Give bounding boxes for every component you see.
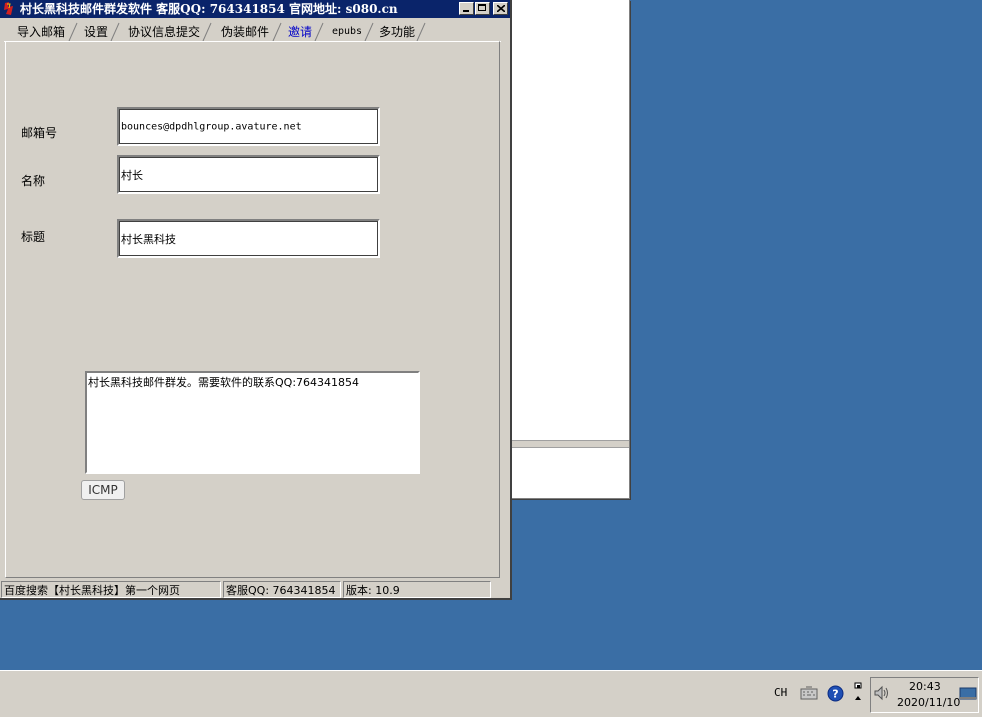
- tab-protocol-submit[interactable]: 协议信息提交: [122, 22, 212, 42]
- network-icon[interactable]: [853, 681, 863, 705]
- email-field-value: bounces@dpdhlgroup.avature.net: [121, 121, 302, 132]
- status-qq-text: 客服QQ: 764341854: [223, 581, 341, 598]
- tab-separator: [314, 22, 324, 42]
- ime-indicator[interactable]: CH: [774, 686, 787, 699]
- tab-epubs[interactable]: epubs: [326, 22, 374, 42]
- tab-separator: [202, 22, 212, 42]
- tab-import-mailbox[interactable]: 导入邮箱: [10, 22, 78, 42]
- close-icon: [497, 5, 505, 12]
- tab-invite[interactable]: 邀请: [282, 22, 324, 42]
- close-button[interactable]: [493, 2, 508, 15]
- body-textarea[interactable]: 村长黑科技邮件群发。需要软件的联系QQ:764341854: [85, 371, 420, 474]
- body-textarea-value: 村长黑科技邮件群发。需要软件的联系QQ:764341854: [88, 376, 360, 389]
- minimize-button[interactable]: [459, 2, 474, 15]
- tab-multi-function[interactable]: 多功能: [374, 22, 426, 42]
- svg-text:?: ?: [832, 688, 838, 701]
- status-version-text: 版本: 10.9: [343, 581, 491, 598]
- tab-separator: [68, 22, 78, 42]
- title-bar[interactable]: 村长黑科技邮件群发软件 客服QQ: 764341854 官网地址: s080.c…: [0, 0, 510, 18]
- app-logo-icon: [2, 1, 17, 16]
- show-desktop-icon[interactable]: [959, 687, 977, 701]
- status-bar: 百度搜索【村长黑科技】第一个网页 客服QQ: 764341854 版本: 10.…: [0, 580, 510, 599]
- main-window: 村长黑科技邮件群发软件 客服QQ: 764341854 官网地址: s080.c…: [0, 0, 512, 600]
- tab-strip: 导入邮箱 设置 协议信息提交 伪装邮件 邀请 epubs 多功能: [4, 22, 501, 42]
- background-window-splitter[interactable]: [509, 440, 629, 448]
- email-label: 邮箱号: [21, 126, 58, 140]
- name-label: 名称: [21, 174, 46, 188]
- tab-separator: [364, 22, 374, 42]
- background-window[interactable]: [508, 0, 630, 499]
- keyboard-icon[interactable]: [800, 686, 818, 700]
- subject-field-value: 村长黑科技: [121, 232, 176, 246]
- taskbar: CH ? 20:43 2020/11/10: [0, 670, 982, 717]
- tab-separator: [416, 22, 426, 42]
- subject-label: 标题: [21, 230, 46, 244]
- clock-time: 20:43: [909, 680, 941, 693]
- icmp-button[interactable]: ICMP: [81, 480, 125, 500]
- tab-settings[interactable]: 设置: [78, 22, 120, 42]
- window-title: 村长黑科技邮件群发软件 客服QQ: 764341854 官网地址: s080.c…: [20, 2, 398, 16]
- system-tray: CH ? 20:43 2020/11/10: [767, 677, 979, 713]
- minimize-icon: [463, 10, 469, 12]
- name-field[interactable]: 村长: [117, 155, 380, 194]
- name-field-value: 村长: [121, 168, 143, 182]
- tab-separator: [110, 22, 120, 42]
- tab-disguise-mail[interactable]: 伪装邮件: [214, 22, 282, 42]
- maximize-button[interactable]: [475, 2, 490, 15]
- status-search-text: 百度搜索【村长黑科技】第一个网页: [1, 581, 221, 598]
- subject-field[interactable]: 村长黑科技: [117, 219, 380, 258]
- maximize-icon: [478, 4, 486, 11]
- clock-date: 2020/11/10: [897, 696, 961, 709]
- email-field[interactable]: bounces@dpdhlgroup.avature.net: [117, 107, 380, 146]
- help-icon[interactable]: ?: [827, 685, 844, 702]
- tab-separator: [272, 22, 282, 42]
